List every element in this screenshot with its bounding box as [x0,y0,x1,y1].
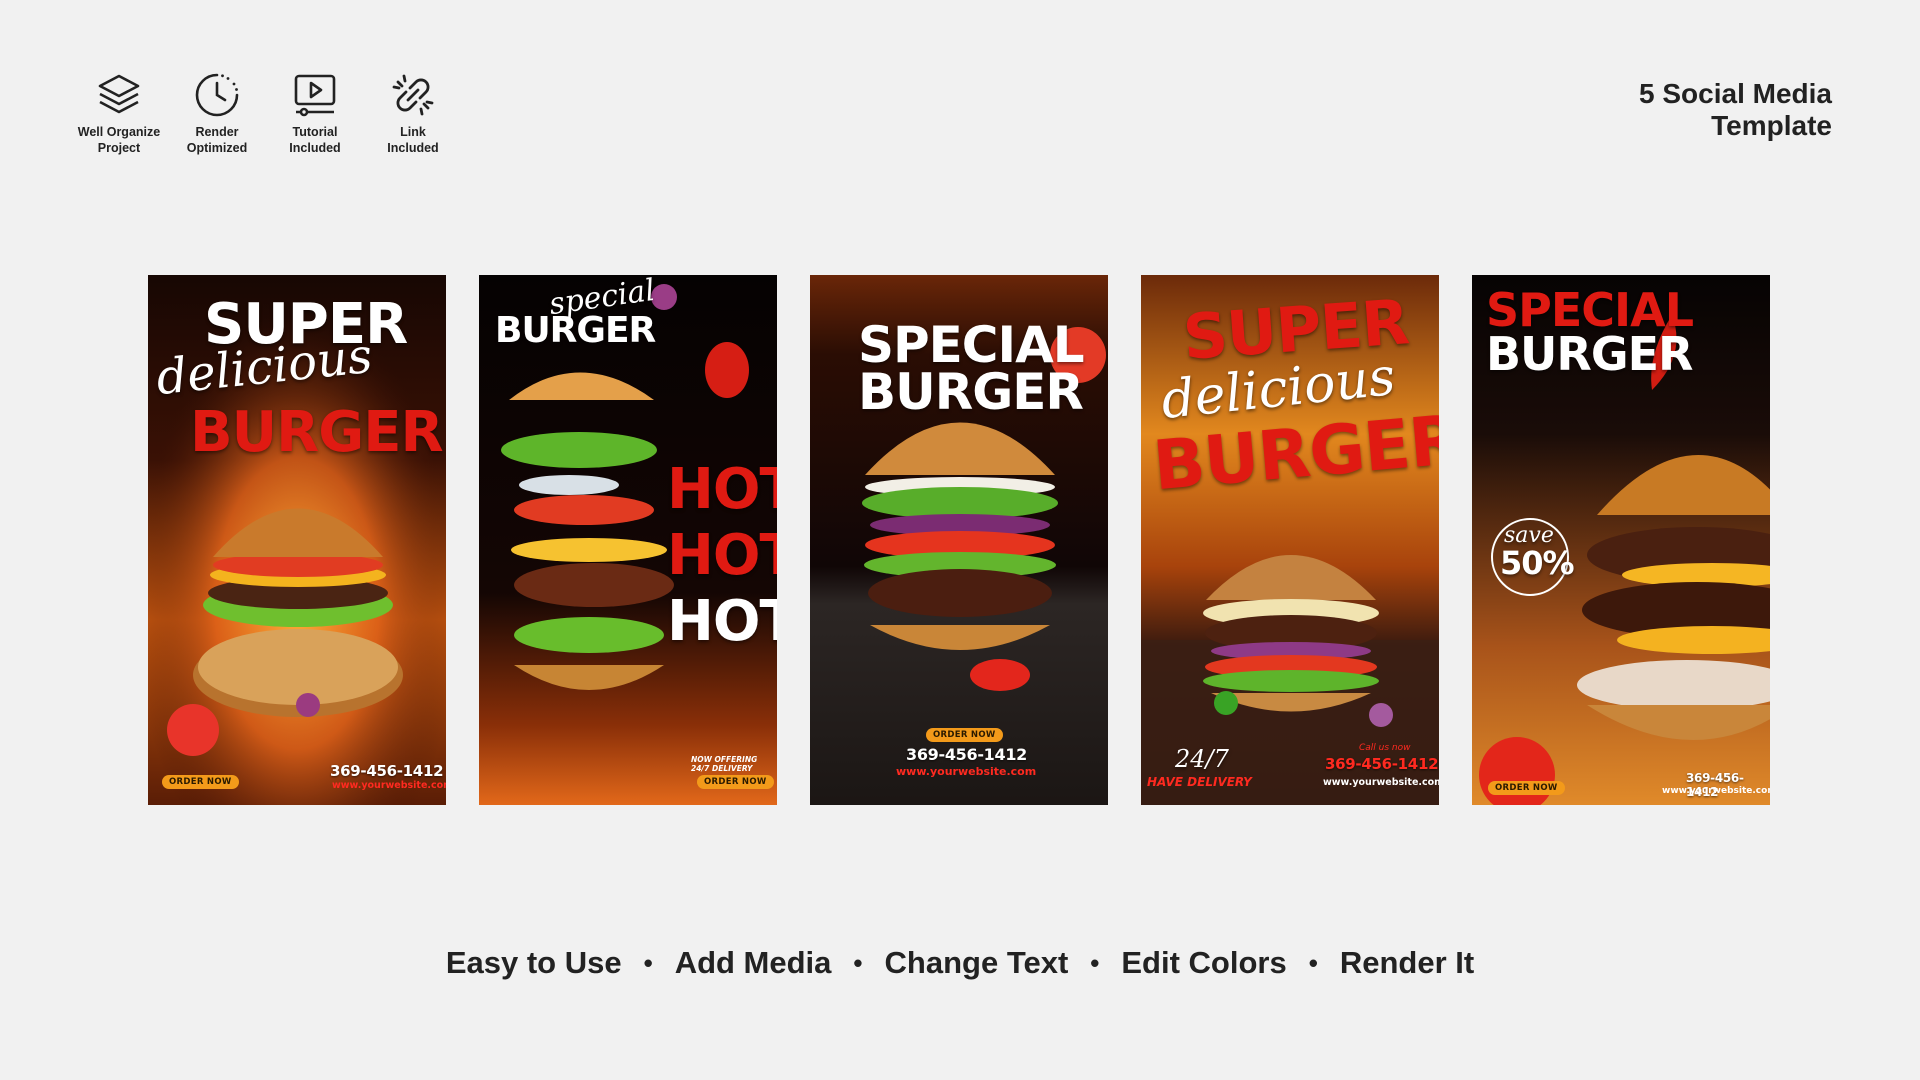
template-card-1[interactable]: SUPER delicious BURGER ORDER NOW 369-456… [148,275,446,805]
step-label: Edit Colors [1121,945,1287,980]
layers-icon [98,74,140,114]
render-clock-icon [195,73,239,117]
headline-bottom: BURGER [858,363,1084,421]
phone-number: 369-456-1412 [906,745,1028,764]
template-gallery: SUPER delicious BURGER ORDER NOW 369-456… [148,275,1770,805]
feature-well-organize: Well Organize Project [74,70,164,156]
template-card-2[interactable]: special BURGER HOT! HOT! HOT! NOW OFFERI… [479,275,777,805]
features-row: Well Organize Project Render Optimized T… [74,70,458,156]
feature-render-optimized: Render Optimized [172,70,262,156]
hot-line: HOT! [667,457,777,522]
hot-line: HOT! [667,523,777,588]
feature-tutorial-included: Tutorial Included [270,70,360,156]
step-label: Change Text [884,945,1069,980]
template-card-4[interactable]: SUPER delicious BURGER 24/7 HAVE DELIVER… [1141,275,1439,805]
website-link: www.yourwebsite.com [332,780,446,791]
feature-label: Tutorial Included [289,125,341,155]
feature-link-included: Link Included [368,70,458,156]
step-label: Add Media [674,945,832,980]
delivery-label: HAVE DELIVERY [1147,775,1252,789]
link-icon [392,74,434,116]
headline-bottom: BURGER [1486,327,1693,381]
order-now-button[interactable]: ORDER NOW [162,775,239,789]
bullet-separator: • [853,947,863,978]
call-us-label: Call us now [1359,743,1411,753]
feature-label: Well Organize Project [77,125,161,155]
delivery-note: NOW OFFERING 24/7 DELIVERY [691,755,758,773]
order-now-button[interactable]: ORDER NOW [926,728,1003,742]
step-label: Easy to Use [445,945,622,980]
headline-bottom: BURGER [190,400,444,465]
order-now-button[interactable]: ORDER NOW [1488,781,1565,795]
phone-number: 369-456-1412 [330,762,444,780]
discount-badge: 50% [1500,544,1575,582]
title-line-1: 5 Social Media [1639,78,1832,109]
order-now-button[interactable]: ORDER NOW [697,775,774,789]
hot-callout: HOT! HOT! HOT! [667,457,777,655]
feature-label: Link Included [387,125,439,155]
hot-line: HOT! [667,589,777,654]
website-link: www.yourwebsite.com [896,765,1037,778]
headline-top: BURGER [495,310,656,351]
template-card-3[interactable]: SPECIAL BURGER ORDER NOW 369-456-1412 ww… [810,275,1108,805]
website-link: www.yourwebsite.com [1662,786,1770,796]
step-label: Render It [1339,945,1475,980]
feature-steps: Easy to Use • Add Media • Change Text • … [0,945,1920,981]
template-card-5[interactable]: SPECIAL BURGER save 50% ORDER NOW 369-45… [1472,275,1770,805]
bullet-separator: • [1090,947,1100,978]
video-play-icon [294,74,336,117]
page-title: 5 Social Media Template [1639,78,1832,142]
feature-label: Render Optimized [186,125,248,155]
bullet-separator: • [1308,947,1318,978]
website-link: www.yourwebsite.com [1323,777,1439,788]
hours-label: 24/7 [1175,745,1229,773]
phone-number: 369-456-1412 [1325,755,1439,773]
title-line-2: Template [1711,110,1832,141]
bullet-separator: • [643,947,653,978]
